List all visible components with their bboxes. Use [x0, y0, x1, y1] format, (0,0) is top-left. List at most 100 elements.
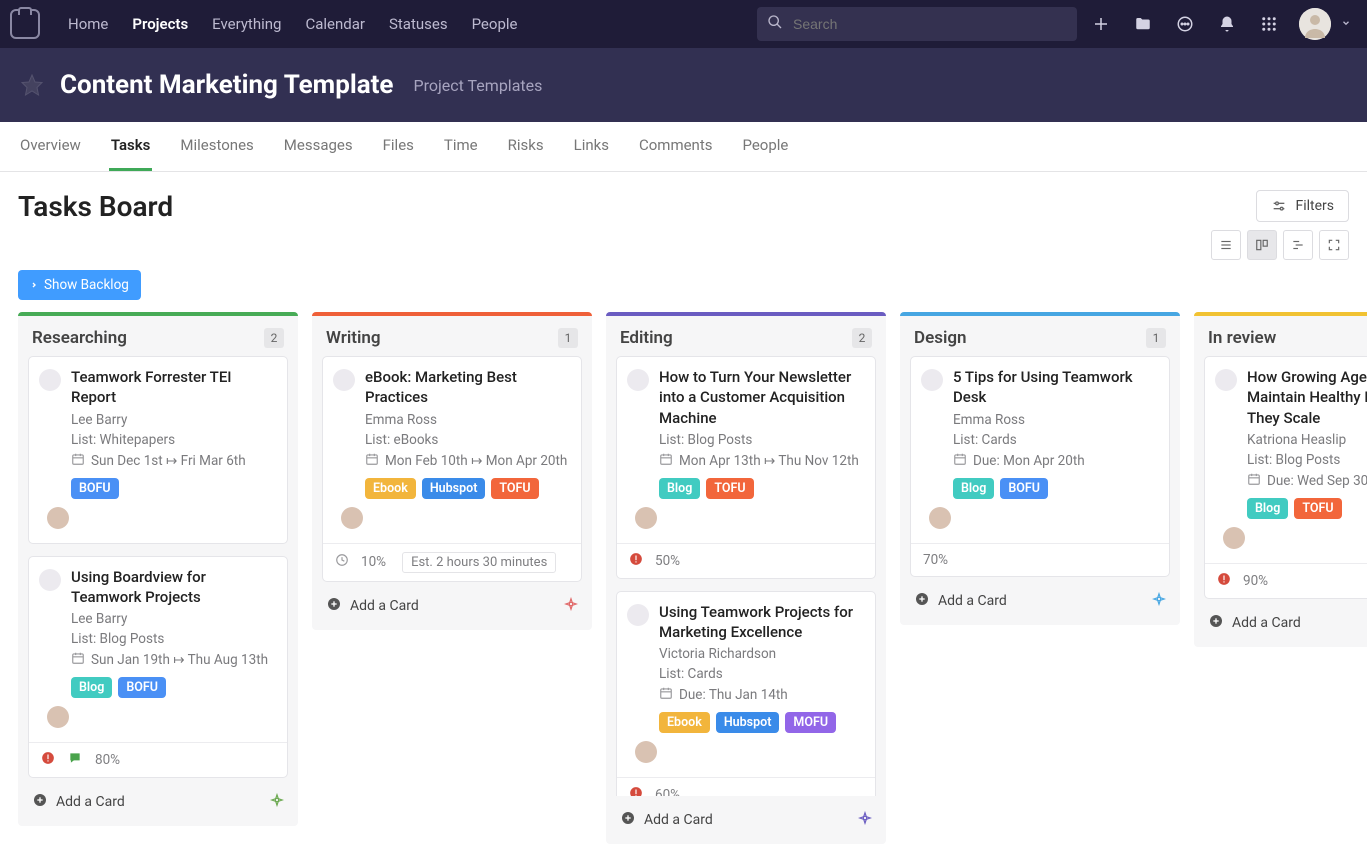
chat-icon[interactable] [1167, 6, 1203, 42]
column-handle-icon[interactable] [1152, 592, 1166, 610]
column-title: Editing [620, 328, 673, 348]
tab-overview[interactable]: Overview [18, 122, 83, 171]
bell-icon[interactable] [1209, 6, 1245, 42]
tab-people[interactable]: People [740, 122, 790, 171]
task-checkbox[interactable] [333, 369, 355, 391]
task-due-date: Due: Mon Apr 20th [953, 452, 1159, 470]
tab-links[interactable]: Links [572, 122, 611, 171]
task-tags: Blog TOFU [659, 478, 865, 499]
app-logo[interactable] [10, 9, 40, 39]
add-card-button[interactable]: Add a Card [326, 596, 419, 616]
view-gantt-button[interactable] [1283, 230, 1313, 260]
view-list-button[interactable] [1211, 230, 1241, 260]
task-card[interactable]: Using Boardview for Teamwork ProjectsLee… [28, 556, 288, 779]
assignee-avatar[interactable] [1223, 527, 1245, 549]
page-title: Tasks Board [18, 190, 173, 223]
nav-item-home[interactable]: Home [56, 0, 120, 48]
task-card[interactable]: 5 Tips for Using Teamwork DeskEmma RossL… [910, 356, 1170, 577]
tag-blog[interactable]: Blog [953, 478, 994, 499]
star-icon[interactable] [18, 71, 46, 99]
add-card-button[interactable]: Add a Card [1208, 613, 1301, 633]
apps-icon[interactable] [1251, 6, 1287, 42]
column-handle-icon[interactable] [858, 811, 872, 829]
tag-tofu[interactable]: TOFU [706, 478, 753, 499]
tab-comments[interactable]: Comments [637, 122, 715, 171]
search-input[interactable] [791, 15, 1067, 33]
add-card-button[interactable]: Add a Card [620, 810, 713, 830]
tag-tofu[interactable]: TOFU [491, 478, 538, 499]
tag-bofu[interactable]: BOFU [1000, 478, 1048, 499]
tag-ebook[interactable]: Ebook [659, 712, 710, 733]
nav-item-projects[interactable]: Projects [120, 0, 200, 48]
task-title: How to Turn Your Newsletter into a Custo… [659, 367, 865, 428]
task-title: How Growing Agencies Maintain Healthy Ma… [1247, 367, 1367, 428]
add-card-label: Add a Card [644, 812, 713, 828]
task-card[interactable]: Using Teamwork Projects for Marketing Ex… [616, 591, 876, 796]
task-card[interactable]: Teamwork Forrester TEI ReportLee BarryLi… [28, 356, 288, 544]
task-card[interactable]: eBook: Marketing Best PracticesEmma Ross… [322, 356, 582, 582]
column-title: Researching [32, 328, 127, 348]
tab-files[interactable]: Files [381, 122, 416, 171]
add-button[interactable] [1083, 6, 1119, 42]
tag-blog[interactable]: Blog [71, 677, 112, 698]
assignee-avatar[interactable] [47, 706, 69, 728]
tag-bofu[interactable]: BOFU [71, 478, 119, 499]
task-progress: 90% [1243, 573, 1268, 589]
tag-ebook[interactable]: Ebook [365, 478, 416, 499]
nav-item-calendar[interactable]: Calendar [293, 0, 377, 48]
plus-circle-icon [32, 792, 48, 812]
task-checkbox[interactable] [627, 604, 649, 626]
nav-item-everything[interactable]: Everything [200, 0, 293, 48]
nav-item-statuses[interactable]: Statuses [377, 0, 460, 48]
task-checkbox[interactable] [921, 369, 943, 391]
tag-mofu[interactable]: MOFU [785, 712, 836, 733]
task-checkbox[interactable] [627, 369, 649, 391]
task-card[interactable]: How to Turn Your Newsletter into a Custo… [616, 356, 876, 579]
user-menu-caret-icon[interactable] [1341, 16, 1351, 32]
tab-tasks[interactable]: Tasks [109, 122, 153, 171]
task-checkbox[interactable] [39, 369, 61, 391]
assignee-avatar[interactable] [47, 507, 69, 529]
fullscreen-button[interactable] [1319, 230, 1349, 260]
column-title: Writing [326, 328, 381, 348]
tab-milestones[interactable]: Milestones [178, 122, 255, 171]
task-date-range: Sun Jan 19th ↦ Thu Aug 13th [71, 651, 277, 669]
tag-hubspot[interactable]: Hubspot [716, 712, 780, 733]
tag-blog[interactable]: Blog [659, 478, 700, 499]
filters-button[interactable]: Filters [1256, 190, 1349, 222]
calendar-icon [1247, 472, 1261, 490]
column-title: In review [1208, 328, 1276, 348]
assignee-avatar[interactable] [929, 507, 951, 529]
tag-bofu[interactable]: BOFU [118, 677, 166, 698]
assignee-avatar[interactable] [635, 741, 657, 763]
assignee-avatar[interactable] [341, 507, 363, 529]
task-card[interactable]: How Growing Agencies Maintain Healthy Ma… [1204, 356, 1367, 599]
tag-hubspot[interactable]: Hubspot [422, 478, 486, 499]
assignee-avatar[interactable] [635, 507, 657, 529]
tab-time[interactable]: Time [442, 122, 480, 171]
show-backlog-button[interactable]: Show Backlog [18, 270, 141, 300]
task-checkbox[interactable] [39, 569, 61, 591]
view-board-button[interactable] [1247, 230, 1277, 260]
nav-item-people[interactable]: People [460, 0, 530, 48]
add-card-button[interactable]: Add a Card [32, 792, 125, 812]
column-handle-icon[interactable] [564, 597, 578, 615]
project-subtitle[interactable]: Project Templates [413, 76, 542, 95]
task-checkbox[interactable] [1215, 369, 1237, 391]
tab-messages[interactable]: Messages [282, 122, 355, 171]
tab-risks[interactable]: Risks [506, 122, 546, 171]
column-count: 2 [264, 328, 284, 348]
global-search[interactable] [757, 7, 1077, 41]
task-tags: Ebook HubspotTOFU [365, 478, 571, 499]
tag-tofu[interactable]: TOFU [1294, 498, 1341, 519]
alert-icon [41, 751, 55, 769]
task-tags: BOFU [71, 478, 277, 499]
add-card-button[interactable]: Add a Card [914, 591, 1007, 611]
task-assignee: Lee Barry [71, 611, 277, 627]
column-handle-icon[interactable] [270, 793, 284, 811]
tag-blog[interactable]: Blog [1247, 498, 1288, 519]
user-avatar[interactable] [1299, 8, 1331, 40]
folder-icon[interactable] [1125, 6, 1161, 42]
calendar-icon [71, 651, 85, 669]
task-title: 5 Tips for Using Teamwork Desk [953, 367, 1159, 408]
